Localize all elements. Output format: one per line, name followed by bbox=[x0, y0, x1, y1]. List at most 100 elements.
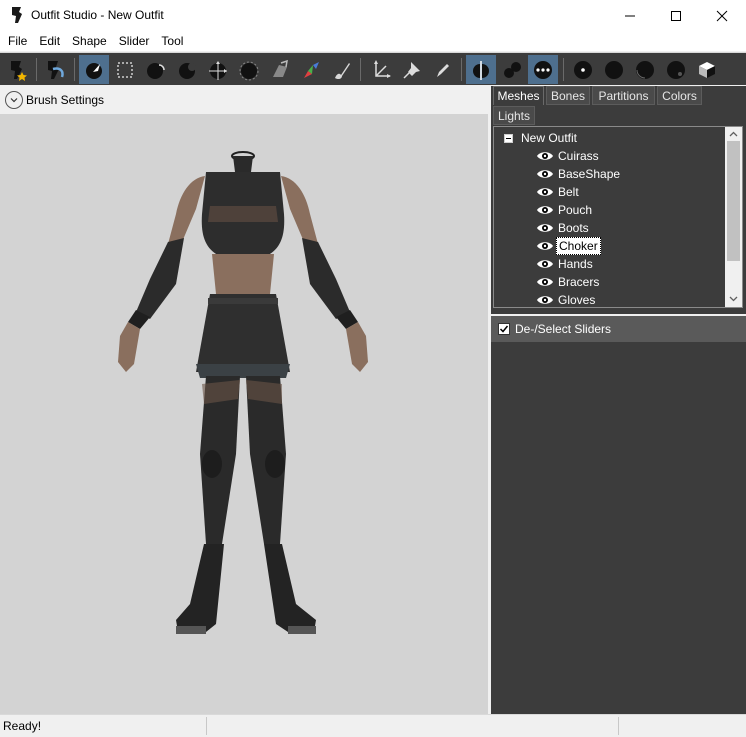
eye-icon[interactable] bbox=[536, 186, 554, 198]
tab-partitions[interactable]: Partitions bbox=[592, 86, 655, 105]
menu-shape[interactable]: Shape bbox=[66, 31, 113, 51]
slider-header[interactable]: De-/Select Sliders bbox=[491, 314, 746, 342]
panel-tabs: Meshes Bones Partitions Colors Lights bbox=[491, 86, 746, 126]
vertex-dots-button[interactable] bbox=[568, 55, 598, 84]
move-brush-icon bbox=[209, 60, 227, 80]
close-button[interactable] bbox=[699, 0, 745, 31]
edit-pin-button[interactable] bbox=[428, 55, 458, 84]
menu-bar: File Edit Shape Slider Tool bbox=[0, 31, 746, 51]
brush-settings-label: Brush Settings bbox=[26, 93, 105, 107]
mask-brush-icon bbox=[117, 61, 133, 78]
mesh-item-cuirass[interactable]: Cuirass bbox=[536, 147, 601, 165]
tab-meshes[interactable]: Meshes bbox=[493, 86, 544, 105]
mesh-item-boots[interactable]: Boots bbox=[536, 219, 591, 237]
eye-icon[interactable] bbox=[536, 204, 554, 216]
mesh-label: Belt bbox=[558, 185, 579, 199]
x-mirror-button[interactable] bbox=[466, 55, 496, 84]
mesh-item-hands[interactable]: Hands bbox=[536, 255, 595, 273]
collapse-icon[interactable] bbox=[504, 133, 513, 143]
chevron-down-icon[interactable] bbox=[5, 91, 23, 109]
deflate-brush-icon bbox=[179, 62, 196, 79]
tree-root[interactable]: New Outfit bbox=[504, 129, 577, 147]
global-brush-icon bbox=[534, 60, 552, 79]
smooth-brush-icon bbox=[239, 61, 259, 80]
mesh-tree[interactable]: New Outfit Cuirass BaseShape Belt Pouch … bbox=[493, 126, 743, 308]
eye-icon[interactable] bbox=[536, 150, 554, 162]
scroll-thumb[interactable] bbox=[727, 141, 740, 261]
menu-file[interactable]: File bbox=[2, 31, 33, 51]
undiff-brush-icon bbox=[273, 59, 288, 77]
mesh-label: Bracers bbox=[558, 275, 600, 289]
mesh-item-baseshape[interactable]: BaseShape bbox=[536, 165, 622, 183]
deflate-brush-button[interactable] bbox=[172, 55, 202, 84]
edit-pin-icon bbox=[437, 63, 449, 77]
brush-settings-header[interactable]: Brush Settings bbox=[0, 86, 490, 114]
tree-root-label: New Outfit bbox=[521, 131, 578, 145]
menu-edit[interactable]: Edit bbox=[33, 31, 66, 51]
x-mirror-icon bbox=[473, 60, 489, 80]
smooth-brush-button[interactable] bbox=[234, 55, 264, 84]
minimize-icon bbox=[625, 15, 635, 16]
select-sliders-label: De-/Select Sliders bbox=[515, 322, 612, 336]
weight-brush-button[interactable] bbox=[296, 55, 326, 84]
select-sliders-checkbox[interactable] bbox=[498, 323, 510, 335]
texture-cube-icon bbox=[699, 61, 715, 78]
eye-icon[interactable] bbox=[536, 240, 554, 252]
outfit-studio-window: Outfit Studio - New Outfit File Edit Sha… bbox=[0, 0, 746, 737]
close-icon bbox=[716, 10, 728, 21]
tab-lights[interactable]: Lights bbox=[493, 106, 535, 125]
outfit-model-render bbox=[118, 151, 368, 634]
mesh-label: BaseShape bbox=[558, 167, 621, 181]
eye-icon[interactable] bbox=[536, 222, 554, 234]
wire-sphere-button[interactable] bbox=[661, 55, 691, 84]
3d-viewport[interactable] bbox=[0, 114, 488, 714]
menu-slider[interactable]: Slider bbox=[113, 31, 156, 51]
inflate-brush-button[interactable] bbox=[141, 55, 171, 84]
tab-bones[interactable]: Bones bbox=[546, 86, 590, 105]
transform-icon bbox=[374, 59, 391, 78]
checkmark-icon bbox=[499, 325, 509, 333]
menu-tool[interactable]: Tool bbox=[155, 31, 189, 51]
maximize-button[interactable] bbox=[653, 0, 699, 31]
mesh-item-gloves[interactable]: Gloves bbox=[536, 291, 597, 307]
color-brush-icon bbox=[335, 62, 350, 79]
global-brush-button[interactable] bbox=[528, 55, 558, 84]
eye-icon[interactable] bbox=[536, 276, 554, 288]
scroll-down-icon[interactable] bbox=[729, 294, 738, 303]
slider-panel: De-/Select Sliders bbox=[491, 314, 746, 714]
solid-sphere-button[interactable] bbox=[599, 55, 629, 84]
mesh-label: Pouch bbox=[558, 203, 593, 217]
transform-button[interactable] bbox=[366, 55, 396, 84]
eye-icon[interactable] bbox=[536, 294, 554, 306]
connected-only-button[interactable] bbox=[497, 55, 527, 84]
mask-brush-button[interactable] bbox=[110, 55, 140, 84]
texture-cube-button[interactable] bbox=[692, 55, 722, 84]
minimize-button[interactable] bbox=[607, 0, 653, 31]
new-project-icon bbox=[11, 60, 27, 81]
vertex-dots-icon bbox=[574, 60, 592, 79]
color-brush-button[interactable] bbox=[327, 55, 357, 84]
scroll-up-icon[interactable] bbox=[729, 130, 738, 139]
undiff-brush-button[interactable] bbox=[265, 55, 295, 84]
status-text: Ready! bbox=[3, 719, 42, 733]
connected-only-icon bbox=[504, 61, 521, 78]
new-project-button[interactable] bbox=[3, 55, 33, 84]
mesh-item-belt[interactable]: Belt bbox=[536, 183, 581, 201]
mesh-label: Choker bbox=[556, 237, 601, 255]
mesh-label: Cuirass bbox=[558, 149, 599, 163]
pivot-button[interactable] bbox=[397, 55, 427, 84]
pivot-icon bbox=[403, 61, 420, 79]
tab-colors[interactable]: Colors bbox=[657, 86, 702, 105]
load-project-button[interactable] bbox=[40, 55, 70, 84]
mesh-item-choker[interactable]: Choker bbox=[536, 237, 601, 255]
move-brush-button[interactable] bbox=[203, 55, 233, 84]
mesh-item-bracers[interactable]: Bracers bbox=[536, 273, 601, 291]
title-bar: Outfit Studio - New Outfit bbox=[0, 0, 746, 31]
select-brush-button[interactable] bbox=[79, 55, 109, 84]
mesh-tree-scrollbar[interactable] bbox=[725, 127, 742, 307]
mesh-item-pouch[interactable]: Pouch bbox=[536, 201, 594, 219]
eye-icon[interactable] bbox=[536, 258, 554, 270]
half-sphere-button[interactable] bbox=[630, 55, 660, 84]
eye-icon[interactable] bbox=[536, 168, 554, 180]
maximize-icon bbox=[671, 10, 681, 21]
